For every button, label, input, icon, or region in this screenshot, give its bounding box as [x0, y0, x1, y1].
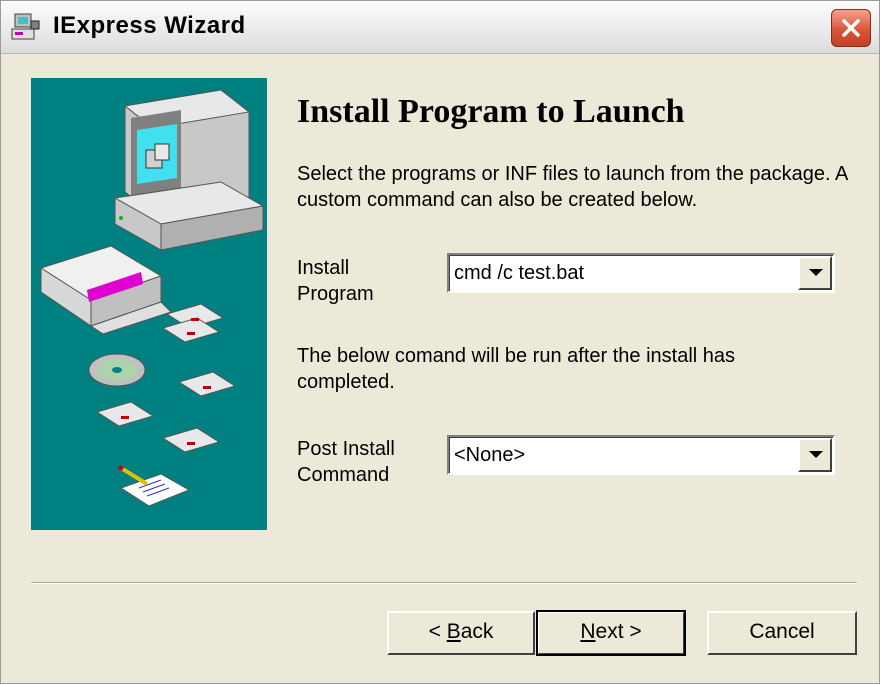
window-title: IExpress Wizard [53, 12, 246, 39]
button-separator [31, 582, 857, 584]
back-button[interactable]: < Back [387, 611, 535, 655]
install-program-dropdown-button[interactable] [798, 256, 832, 290]
computer-illustration [113, 89, 265, 251]
post-install-note: The below comand will be run after the i… [297, 345, 736, 393]
close-button[interactable] [831, 9, 871, 47]
chevron-down-icon [809, 451, 823, 458]
cd-illustration [88, 353, 146, 387]
page-heading: Install Program to Launch [297, 93, 685, 130]
post-install-dropdown-button[interactable] [798, 438, 832, 472]
iexpress-wizard-window: IExpress Wizard Install Program to Launc… [0, 0, 880, 684]
chevron-down-icon [809, 269, 823, 276]
install-program-value[interactable]: cmd /c test.bat [454, 262, 584, 285]
close-icon [842, 19, 860, 37]
page-description: Select the programs or INF files to laun… [297, 163, 848, 211]
installer-app-icon [11, 13, 40, 40]
install-program-label: Install Program [297, 257, 374, 305]
post-install-command-label: Post Install Command [297, 438, 395, 486]
post-install-command-value[interactable]: <None> [454, 444, 525, 467]
cancel-button[interactable]: Cancel [707, 611, 857, 655]
next-button[interactable]: Next > [536, 610, 686, 656]
wizard-illustration [31, 78, 267, 530]
install-program-combobox[interactable]: cmd /c test.bat [447, 253, 835, 293]
title-bar[interactable]: IExpress Wizard [1, 1, 879, 54]
post-install-command-combobox[interactable]: <None> [447, 435, 835, 475]
